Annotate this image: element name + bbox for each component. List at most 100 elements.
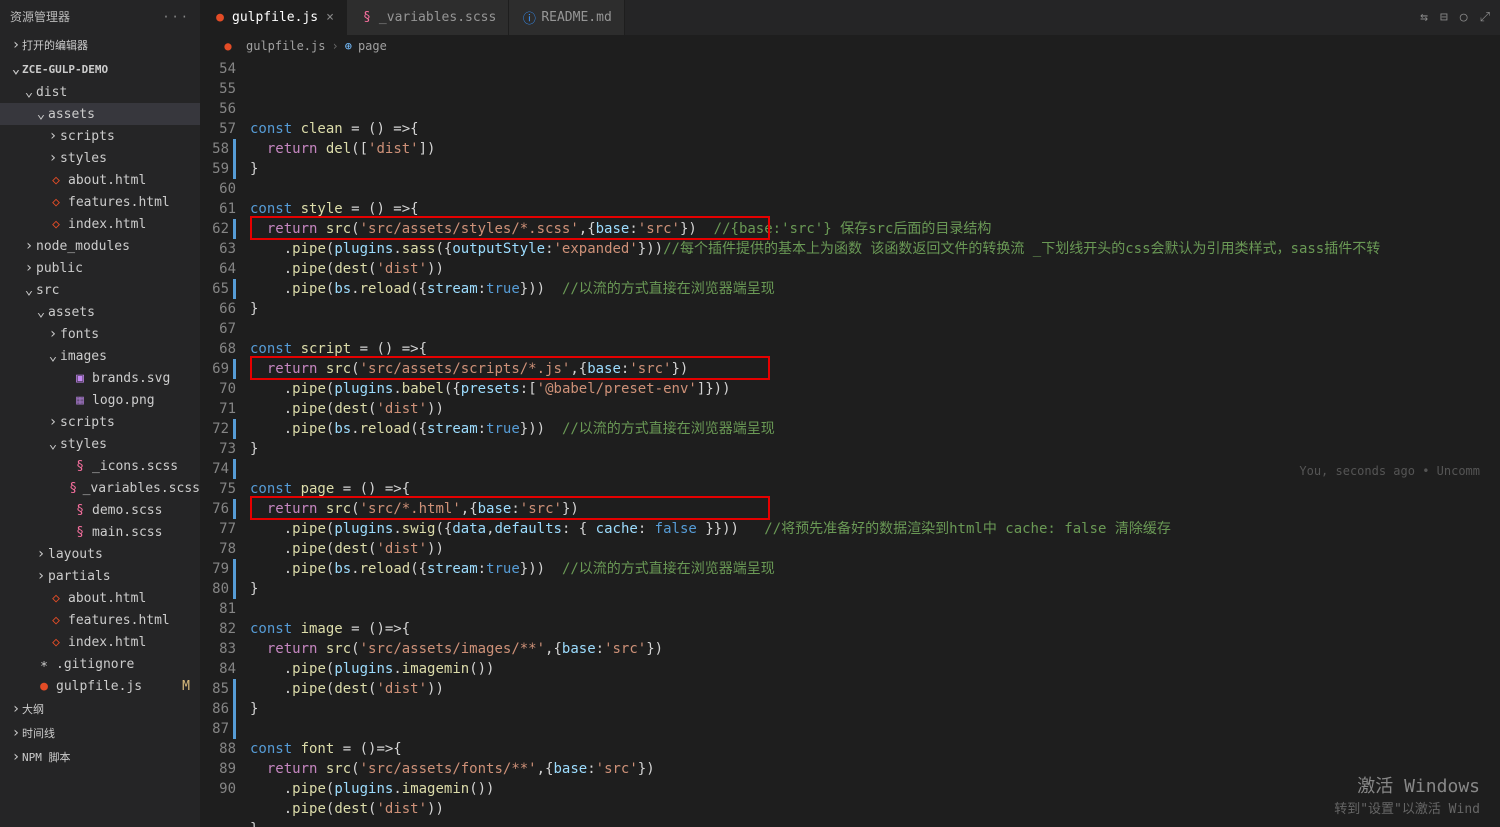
code-line[interactable] — [250, 719, 1500, 739]
code-line[interactable]: .pipe(plugins.imagemin()) — [250, 779, 1500, 799]
code-line[interactable]: const page = () =>{ — [250, 479, 1500, 499]
code-line[interactable]: return src('src/*.html',{base:'src'}) — [250, 499, 1500, 519]
file-item[interactable]: ◇features.html — [0, 609, 200, 631]
breadcrumb[interactable]: ● gulpfile.js › ⊕ page — [200, 35, 1500, 57]
npm-scripts-section[interactable]: ›NPM 脚本 — [0, 745, 200, 769]
tab[interactable]: §_variables.scss — [347, 0, 509, 35]
folder-item[interactable]: ⌄src — [0, 279, 200, 301]
file-item[interactable]: ◇about.html — [0, 169, 200, 191]
code-line[interactable]: .pipe(dest('dist')) — [250, 679, 1500, 699]
file-item[interactable]: ◇about.html — [0, 587, 200, 609]
code-line[interactable]: const script = () =>{ — [250, 339, 1500, 359]
code-line[interactable]: } — [250, 299, 1500, 319]
code-editor[interactable]: 5455565758596061626364656667686970717273… — [200, 57, 1500, 827]
js-icon: ● — [220, 39, 236, 53]
more-icon[interactable]: ··· — [162, 10, 190, 24]
folder-item[interactable]: ›scripts — [0, 411, 200, 433]
code-line[interactable]: } — [250, 439, 1500, 459]
js-icon: ● — [36, 679, 52, 694]
code-line[interactable]: return src('src/assets/styles/*.scss',{b… — [250, 219, 1500, 239]
code-line[interactable]: .pipe(bs.reload({stream:true})) //以流的方式直… — [250, 279, 1500, 299]
code-line[interactable]: const style = () =>{ — [250, 199, 1500, 219]
file-item[interactable]: ◇index.html — [0, 213, 200, 235]
code-line[interactable]: .pipe(dest('dist')) — [250, 259, 1500, 279]
file-item[interactable]: §_icons.scss — [0, 455, 200, 477]
html-icon: ◇ — [48, 217, 64, 232]
chevron-icon: › — [46, 414, 60, 430]
info-icon: ⓘ — [521, 8, 537, 27]
code-line[interactable]: .pipe(plugins.imagemin()) — [250, 659, 1500, 679]
svg-icon: ▣ — [72, 371, 88, 386]
file-item[interactable]: §_variables.scss — [0, 477, 200, 499]
folder-item[interactable]: ›fonts — [0, 323, 200, 345]
tab[interactable]: ●gulpfile.js× — [200, 0, 347, 35]
code-line[interactable]: return src('src/assets/scripts/*.js',{ba… — [250, 359, 1500, 379]
folder-item[interactable]: ›public — [0, 257, 200, 279]
code-line[interactable]: const image = ()=>{ — [250, 619, 1500, 639]
split-icon[interactable]: ⊟ — [1440, 10, 1448, 25]
chevron-icon: ⌄ — [34, 304, 48, 320]
scss-icon: § — [72, 503, 88, 518]
folder-item[interactable]: ›layouts — [0, 543, 200, 565]
file-item[interactable]: ◇index.html — [0, 631, 200, 653]
modified-badge: M — [182, 679, 190, 694]
file-item[interactable]: ●gulpfile.jsM — [0, 675, 200, 697]
folder-item[interactable]: ⌄dist — [0, 81, 200, 103]
file-item[interactable]: ◇features.html — [0, 191, 200, 213]
outline-section[interactable]: ›大纲 — [0, 697, 200, 721]
open-editors-section[interactable]: ›打开的编辑器 — [0, 33, 200, 57]
code-line[interactable]: } — [250, 579, 1500, 599]
code-line[interactable] — [250, 599, 1500, 619]
folder-item[interactable]: ›scripts — [0, 125, 200, 147]
file-item[interactable]: ▣brands.svg — [0, 367, 200, 389]
chevron-icon: › — [34, 546, 48, 562]
code-area[interactable]: You, seconds ago • Uncomm const clean = … — [250, 57, 1500, 827]
close-icon[interactable]: × — [326, 10, 334, 25]
code-line[interactable]: return src('src/assets/fonts/**',{base:'… — [250, 759, 1500, 779]
code-line[interactable]: } — [250, 699, 1500, 719]
code-line[interactable]: return src('src/assets/images/**',{base:… — [250, 639, 1500, 659]
folder-item[interactable]: ›partials — [0, 565, 200, 587]
code-line[interactable]: .pipe(plugins.swig({data,defaults: { cac… — [250, 519, 1500, 539]
project-root[interactable]: ⌄ZCE-GULP-DEMO — [0, 57, 200, 81]
file-tree: ⌄dist⌄assets›scripts›styles◇about.html◇f… — [0, 81, 200, 697]
code-line[interactable]: .pipe(dest('dist')) — [250, 399, 1500, 419]
png-icon: ▦ — [72, 393, 88, 408]
folder-item[interactable]: ⌄images — [0, 345, 200, 367]
folder-item[interactable]: ›styles — [0, 147, 200, 169]
code-line[interactable]: const font = ()=>{ — [250, 739, 1500, 759]
code-line[interactable] — [250, 459, 1500, 479]
html-icon: ◇ — [48, 635, 64, 650]
code-line[interactable] — [250, 319, 1500, 339]
chevron-icon: ⌄ — [46, 348, 60, 364]
code-line[interactable]: } — [250, 159, 1500, 179]
folder-item[interactable]: ⌄styles — [0, 433, 200, 455]
code-line[interactable]: .pipe(plugins.sass({outputStyle:'expande… — [250, 239, 1500, 259]
code-line[interactable]: } — [250, 819, 1500, 827]
folder-item[interactable]: ›node_modules — [0, 235, 200, 257]
file-item[interactable]: ∗.gitignore — [0, 653, 200, 675]
code-line[interactable]: .pipe(bs.reload({stream:true})) //以流的方式直… — [250, 419, 1500, 439]
code-line[interactable]: .pipe(dest('dist')) — [250, 539, 1500, 559]
code-line[interactable]: .pipe(bs.reload({stream:true})) //以流的方式直… — [250, 559, 1500, 579]
expand-icon[interactable]: ⤢ — [1480, 10, 1490, 25]
chevron-icon: › — [46, 150, 60, 166]
file-item[interactable]: ▦logo.png — [0, 389, 200, 411]
file-item[interactable]: §main.scss — [0, 521, 200, 543]
js-icon: ● — [212, 10, 228, 25]
folder-item[interactable]: ⌄assets — [0, 103, 200, 125]
timeline-section[interactable]: ›时间线 — [0, 721, 200, 745]
code-line[interactable] — [250, 179, 1500, 199]
compare-icon[interactable]: ⇆ — [1420, 10, 1428, 25]
code-line[interactable]: const clean = () =>{ — [250, 119, 1500, 139]
html-icon: ◇ — [48, 173, 64, 188]
code-line[interactable]: return del(['dist']) — [250, 139, 1500, 159]
file-item[interactable]: §demo.scss — [0, 499, 200, 521]
folder-item[interactable]: ⌄assets — [0, 301, 200, 323]
scss-icon: § — [72, 525, 88, 540]
tab[interactable]: ⓘREADME.md — [509, 0, 624, 35]
code-line[interactable]: .pipe(dest('dist')) — [250, 799, 1500, 819]
circle-icon[interactable]: ○ — [1460, 10, 1468, 25]
html-icon: ◇ — [48, 613, 64, 628]
code-line[interactable]: .pipe(plugins.babel({presets:['@babel/pr… — [250, 379, 1500, 399]
